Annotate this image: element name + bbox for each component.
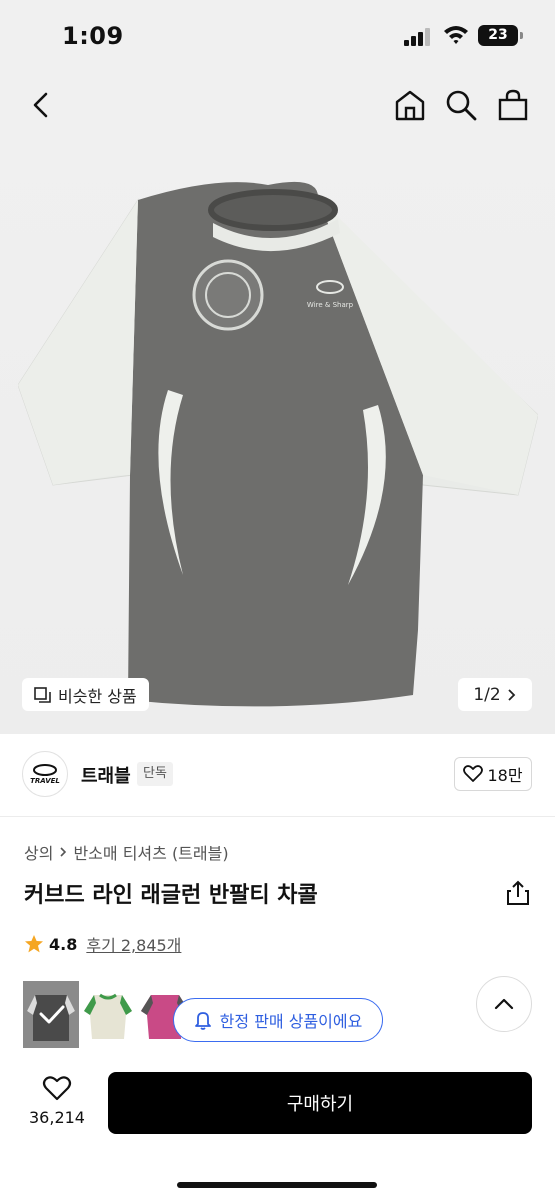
svg-text:TRAVEL: TRAVEL: [30, 777, 60, 785]
battery-icon: 23: [478, 25, 518, 46]
breadcrumb-item-category[interactable]: 상의: [24, 840, 53, 864]
wifi-icon: [444, 26, 468, 44]
wishlist-button[interactable]: 36,214: [22, 1074, 92, 1127]
home-indicator: [177, 1182, 377, 1188]
color-swatch-green[interactable]: [80, 981, 136, 1048]
review-count-link[interactable]: 후기 2,845개: [86, 932, 181, 956]
search-icon[interactable]: [444, 88, 478, 122]
status-bar: 1:09 23: [0, 0, 555, 70]
similar-products-label: 비슷한 상품: [58, 686, 137, 706]
home-icon[interactable]: [393, 88, 427, 122]
heart-icon: [42, 1076, 72, 1101]
breadcrumb: 상의 반소매 티셔츠 (트래블): [24, 840, 229, 864]
chevron-right-icon: [60, 847, 67, 857]
exclusive-badge: 단독: [137, 762, 173, 786]
rating-score: 4.8: [49, 934, 78, 954]
chevron-right-icon: [508, 688, 515, 701]
chevron-up-icon: [494, 998, 514, 1010]
wishlist-count: 36,214: [29, 1108, 85, 1127]
product-image-area[interactable]: Wire & Sharp 비슷한 상품 1/2: [0, 70, 555, 734]
status-time: 1:09: [62, 22, 124, 50]
swatch-image-green: [80, 981, 136, 1048]
rating-row: 4.8 후기 2,845개: [24, 932, 181, 956]
similar-items-icon: [34, 686, 51, 703]
section-divider: [0, 816, 555, 817]
chevron-left-icon[interactable]: [26, 88, 56, 122]
limited-sale-tooltip: 한정 판매 상품이에요: [173, 998, 383, 1042]
star-icon: [25, 935, 43, 953]
color-swatch-charcoal[interactable]: [23, 981, 79, 1048]
bell-icon: [194, 1012, 211, 1030]
battery-cap: [520, 32, 523, 39]
share-icon[interactable]: [505, 879, 531, 907]
image-pager[interactable]: 1/2: [458, 678, 532, 711]
print-brand-text: Wire & Sharp: [307, 301, 354, 309]
brand-like-button[interactable]: 18만: [454, 757, 532, 791]
brand-name[interactable]: 트래블: [81, 762, 131, 788]
scroll-to-top-button[interactable]: [476, 976, 532, 1032]
brand-like-count: 18만: [487, 766, 523, 785]
heart-icon: [463, 765, 484, 782]
swatch-image-charcoal: [23, 981, 79, 1048]
limited-sale-text: 한정 판매 상품이에요: [219, 1012, 363, 1031]
pager-text: 1/2: [473, 684, 501, 705]
product-image: Wire & Sharp: [18, 181, 538, 707]
buy-button[interactable]: 구매하기: [108, 1072, 532, 1134]
product-title: 커브드 라인 래글런 반팔티 차콜: [24, 883, 318, 908]
bottom-action-bar: 36,214 구매하기: [0, 1058, 555, 1200]
similar-products-button[interactable]: 비슷한 상품: [22, 678, 149, 711]
breadcrumb-item-subcategory[interactable]: 반소매 티셔츠 (트래블): [73, 840, 228, 864]
brand-logo-mark: TRAVEL: [30, 764, 60, 785]
shopping-bag-icon[interactable]: [496, 88, 530, 122]
brand-logo[interactable]: TRAVEL: [22, 751, 68, 797]
signal-icon: [404, 28, 434, 46]
